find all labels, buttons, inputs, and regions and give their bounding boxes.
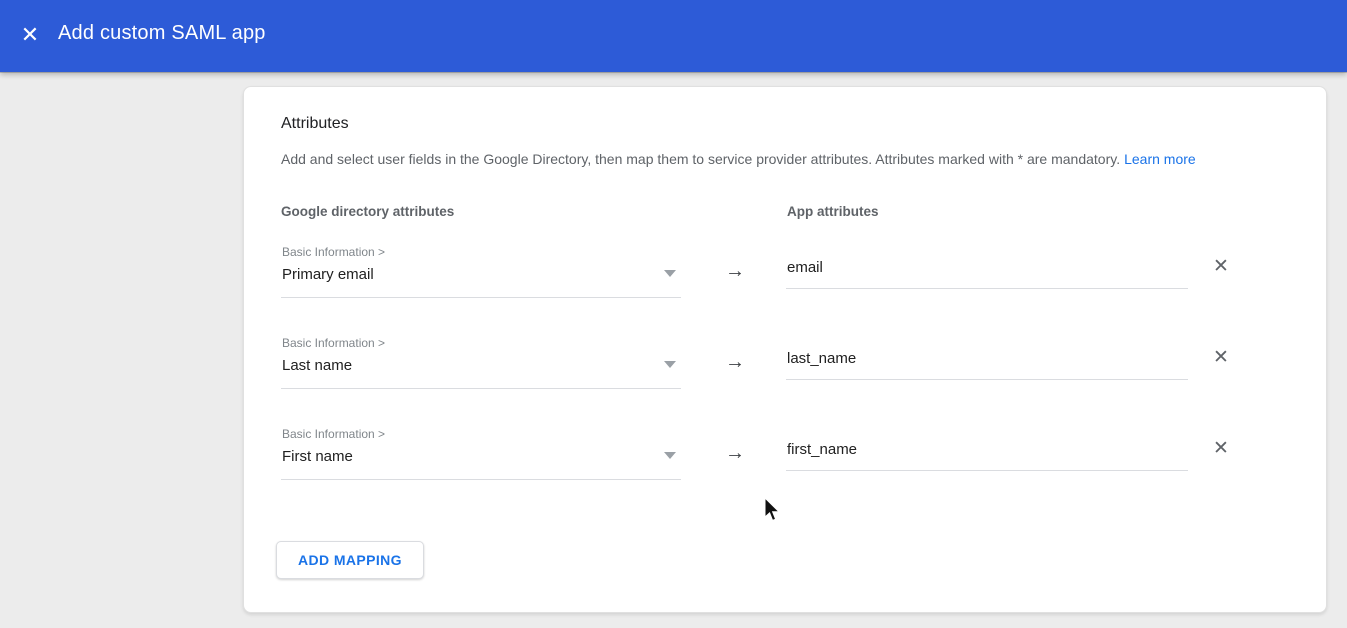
add-mapping-button[interactable]: ADD MAPPING bbox=[276, 541, 424, 579]
google-attribute-select[interactable]: Basic Information > Last name bbox=[281, 336, 681, 389]
description-text: Add and select user fields in the Google… bbox=[281, 151, 1120, 167]
mapping-row: Basic Information > First name → ✕ bbox=[281, 427, 1291, 499]
arrow-right-icon: → bbox=[725, 260, 745, 283]
delete-mapping-icon[interactable]: ✕ bbox=[1210, 256, 1232, 278]
app-attribute-input[interactable] bbox=[786, 257, 1188, 289]
close-icon[interactable]: ✕ bbox=[16, 21, 44, 49]
section-title: Attributes bbox=[281, 115, 349, 133]
appbar: ✕ Add custom SAML app bbox=[0, 0, 1347, 72]
google-attribute-value: First name bbox=[282, 448, 353, 465]
google-attribute-select[interactable]: Basic Information > Primary email bbox=[281, 245, 681, 298]
arrow-right-icon: → bbox=[725, 442, 745, 465]
dialog-title: Add custom SAML app bbox=[58, 22, 266, 45]
attribute-category-label: Basic Information > bbox=[282, 336, 385, 350]
dropdown-arrow-icon[interactable] bbox=[664, 361, 676, 368]
arrow-right-icon: → bbox=[725, 351, 745, 374]
attributes-card: Attributes Add and select user fields in… bbox=[243, 86, 1327, 613]
section-description: Add and select user fields in the Google… bbox=[281, 151, 1196, 167]
google-attribute-value: Primary email bbox=[282, 266, 374, 283]
column-header-google-attributes: Google directory attributes bbox=[281, 204, 454, 219]
google-attribute-select[interactable]: Basic Information > First name bbox=[281, 427, 681, 480]
dropdown-arrow-icon[interactable] bbox=[664, 452, 676, 459]
attribute-category-label: Basic Information > bbox=[282, 245, 385, 259]
column-header-app-attributes: App attributes bbox=[787, 204, 879, 219]
mapping-row: Basic Information > Primary email → ✕ bbox=[281, 245, 1291, 317]
mapping-row: Basic Information > Last name → ✕ bbox=[281, 336, 1291, 408]
google-attribute-value: Last name bbox=[282, 357, 352, 374]
attribute-category-label: Basic Information > bbox=[282, 427, 385, 441]
learn-more-link[interactable]: Learn more bbox=[1124, 151, 1196, 167]
delete-mapping-icon[interactable]: ✕ bbox=[1210, 347, 1232, 369]
app-attribute-input[interactable] bbox=[786, 348, 1188, 380]
delete-mapping-icon[interactable]: ✕ bbox=[1210, 438, 1232, 460]
app-attribute-input[interactable] bbox=[786, 439, 1188, 471]
dropdown-arrow-icon[interactable] bbox=[664, 270, 676, 277]
